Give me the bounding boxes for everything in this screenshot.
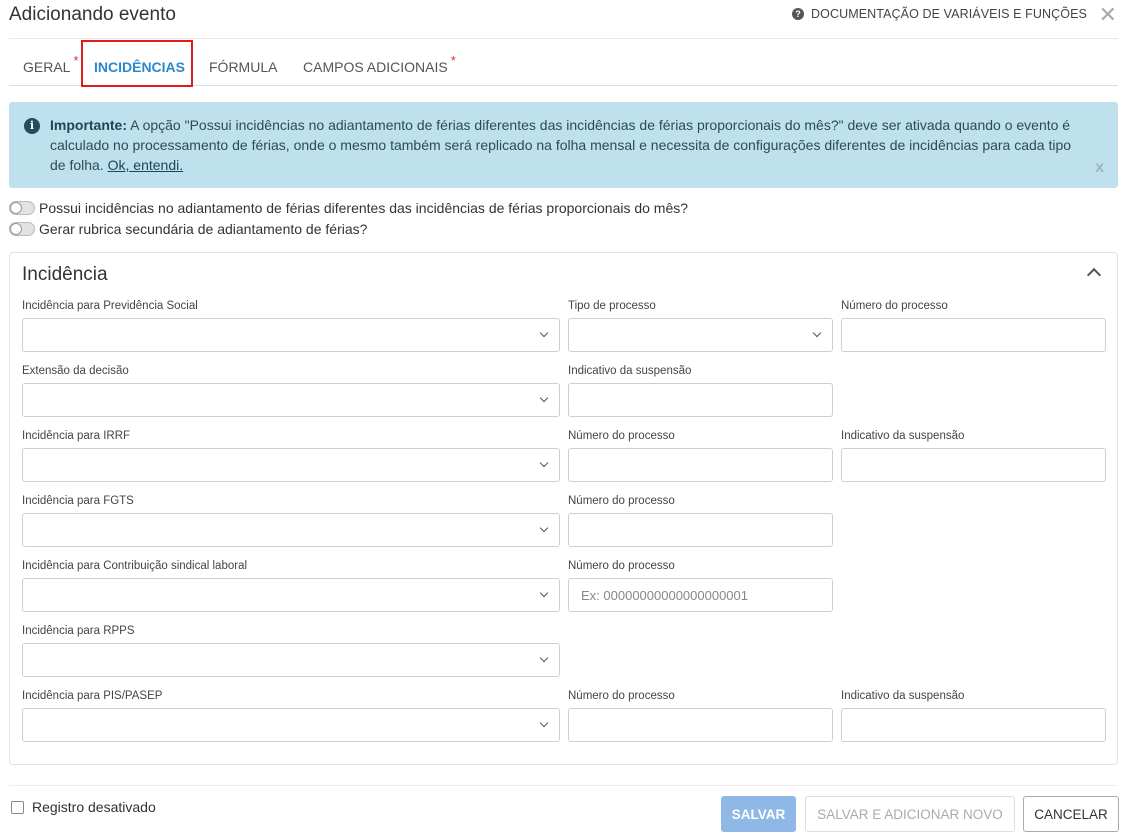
field-label: Incidência para FGTS [22,495,134,507]
extensao-decisao-select[interactable] [22,383,560,417]
field-label: Incidência para PIS/PASEP [22,690,163,702]
save-and-add-new-button[interactable]: SALVAR E ADICIONAR NOVO [805,796,1015,832]
toggle-switch[interactable] [9,222,35,236]
chevron-up-icon[interactable] [1086,267,1102,283]
tab-label: CAMPOS ADICIONAIS [303,59,448,75]
registro-desativado-checkbox-row: Registro desativado [11,799,156,815]
contribuicao-sindical-select[interactable] [22,578,560,612]
field-label: Incidência para IRRF [22,430,131,442]
tab-formula[interactable]: FÓRMULA [209,46,277,86]
alert-ok-link[interactable]: Ok, entendi. [108,157,184,173]
active-tab-highlight [81,40,193,87]
field-label: Número do processo [568,430,675,442]
chevron-down-icon [812,328,822,338]
checkbox-label: Registro desativado [32,799,156,815]
tab-geral[interactable]: GERAL * [23,46,79,86]
input-placeholder: Ex: 00000000000000000001 [581,588,748,603]
header-divider [9,38,1118,39]
alert-strong: Importante: [50,117,127,133]
incidencia-panel: Incidência Incidência para Previdência S… [9,252,1118,765]
numero-processo-input[interactable] [568,708,833,742]
indicativo-suspensao-input[interactable] [568,383,833,417]
tab-label: FÓRMULA [209,59,278,75]
fgts-select[interactable] [22,513,560,547]
field-label: Incidência para Previdência Social [22,300,198,312]
field-label: Número do processo [568,560,675,572]
chevron-down-icon [539,458,549,468]
rpps-select[interactable] [22,643,560,677]
pis-pasep-select[interactable] [22,708,560,742]
numero-processo-input[interactable] [568,513,833,547]
toggle-label: Gerar rubrica secundária de adiantamento… [39,221,368,237]
required-marker: * [450,53,456,68]
chevron-down-icon [539,653,549,663]
field-label: Tipo de processo [568,300,656,312]
info-icon: i [24,118,40,134]
toggle-switch[interactable] [9,201,35,215]
tab-label: GERAL [23,59,71,75]
help-icon: ? [792,8,804,20]
chevron-down-icon [539,718,549,728]
numero-processo-input[interactable] [568,448,833,482]
prev-social-select[interactable] [22,318,560,352]
field-label: Indicativo da suspensão [841,430,965,442]
field-label: Indicativo da suspensão [841,690,965,702]
chevron-down-icon [539,393,549,403]
field-label: Incidência para Contribuição sindical la… [22,560,248,572]
field-label: Indicativo da suspensão [568,365,692,377]
cancel-button[interactable]: CANCELAR [1023,796,1119,832]
required-marker: * [73,53,79,68]
tab-campos-adicionais[interactable]: CAMPOS ADICIONAIS * [303,46,456,86]
indicativo-suspensao-input[interactable] [841,448,1106,482]
footer-divider [9,785,1118,786]
registro-desativado-checkbox[interactable] [11,800,24,814]
field-label: Extensão da decisão [22,365,129,377]
alert-text: A opção "Possui incidências no adiantame… [50,117,1072,173]
tipo-processo-select[interactable] [568,318,833,352]
numero-processo-input[interactable] [841,318,1106,352]
close-icon[interactable]: ✕ [1099,4,1117,26]
info-alert: i Importante: A opção "Possui incidência… [9,102,1118,188]
alert-close-icon[interactable]: x [1095,158,1104,178]
toggle-label: Possui incidências no adiantamento de fé… [39,200,689,216]
panel-title: Incidência [22,264,108,285]
chevron-down-icon [539,523,549,533]
irrf-select[interactable] [22,448,560,482]
field-label: Número do processo [568,690,675,702]
field-label: Incidência para RPPS [22,625,135,637]
dialog-title: Adicionando evento [9,4,176,25]
chevron-down-icon [539,328,549,338]
numero-processo-input[interactable]: Ex: 00000000000000000001 [568,578,833,612]
documentation-link-label: DOCUMENTAÇÃO DE VARIÁVEIS E FUNÇÕES [811,7,1087,21]
documentation-link[interactable]: ? DOCUMENTAÇÃO DE VARIÁVEIS E FUNÇÕES [792,7,1087,21]
indicativo-suspensao-input[interactable] [841,708,1106,742]
toggle-row-incidencias: Possui incidências no adiantamento de fé… [9,200,688,216]
toggle-row-rubrica: Gerar rubrica secundária de adiantamento… [9,221,367,237]
field-label: Número do processo [841,300,948,312]
chevron-down-icon [539,588,549,598]
save-button[interactable]: SALVAR [721,796,796,832]
field-label: Número do processo [568,495,675,507]
